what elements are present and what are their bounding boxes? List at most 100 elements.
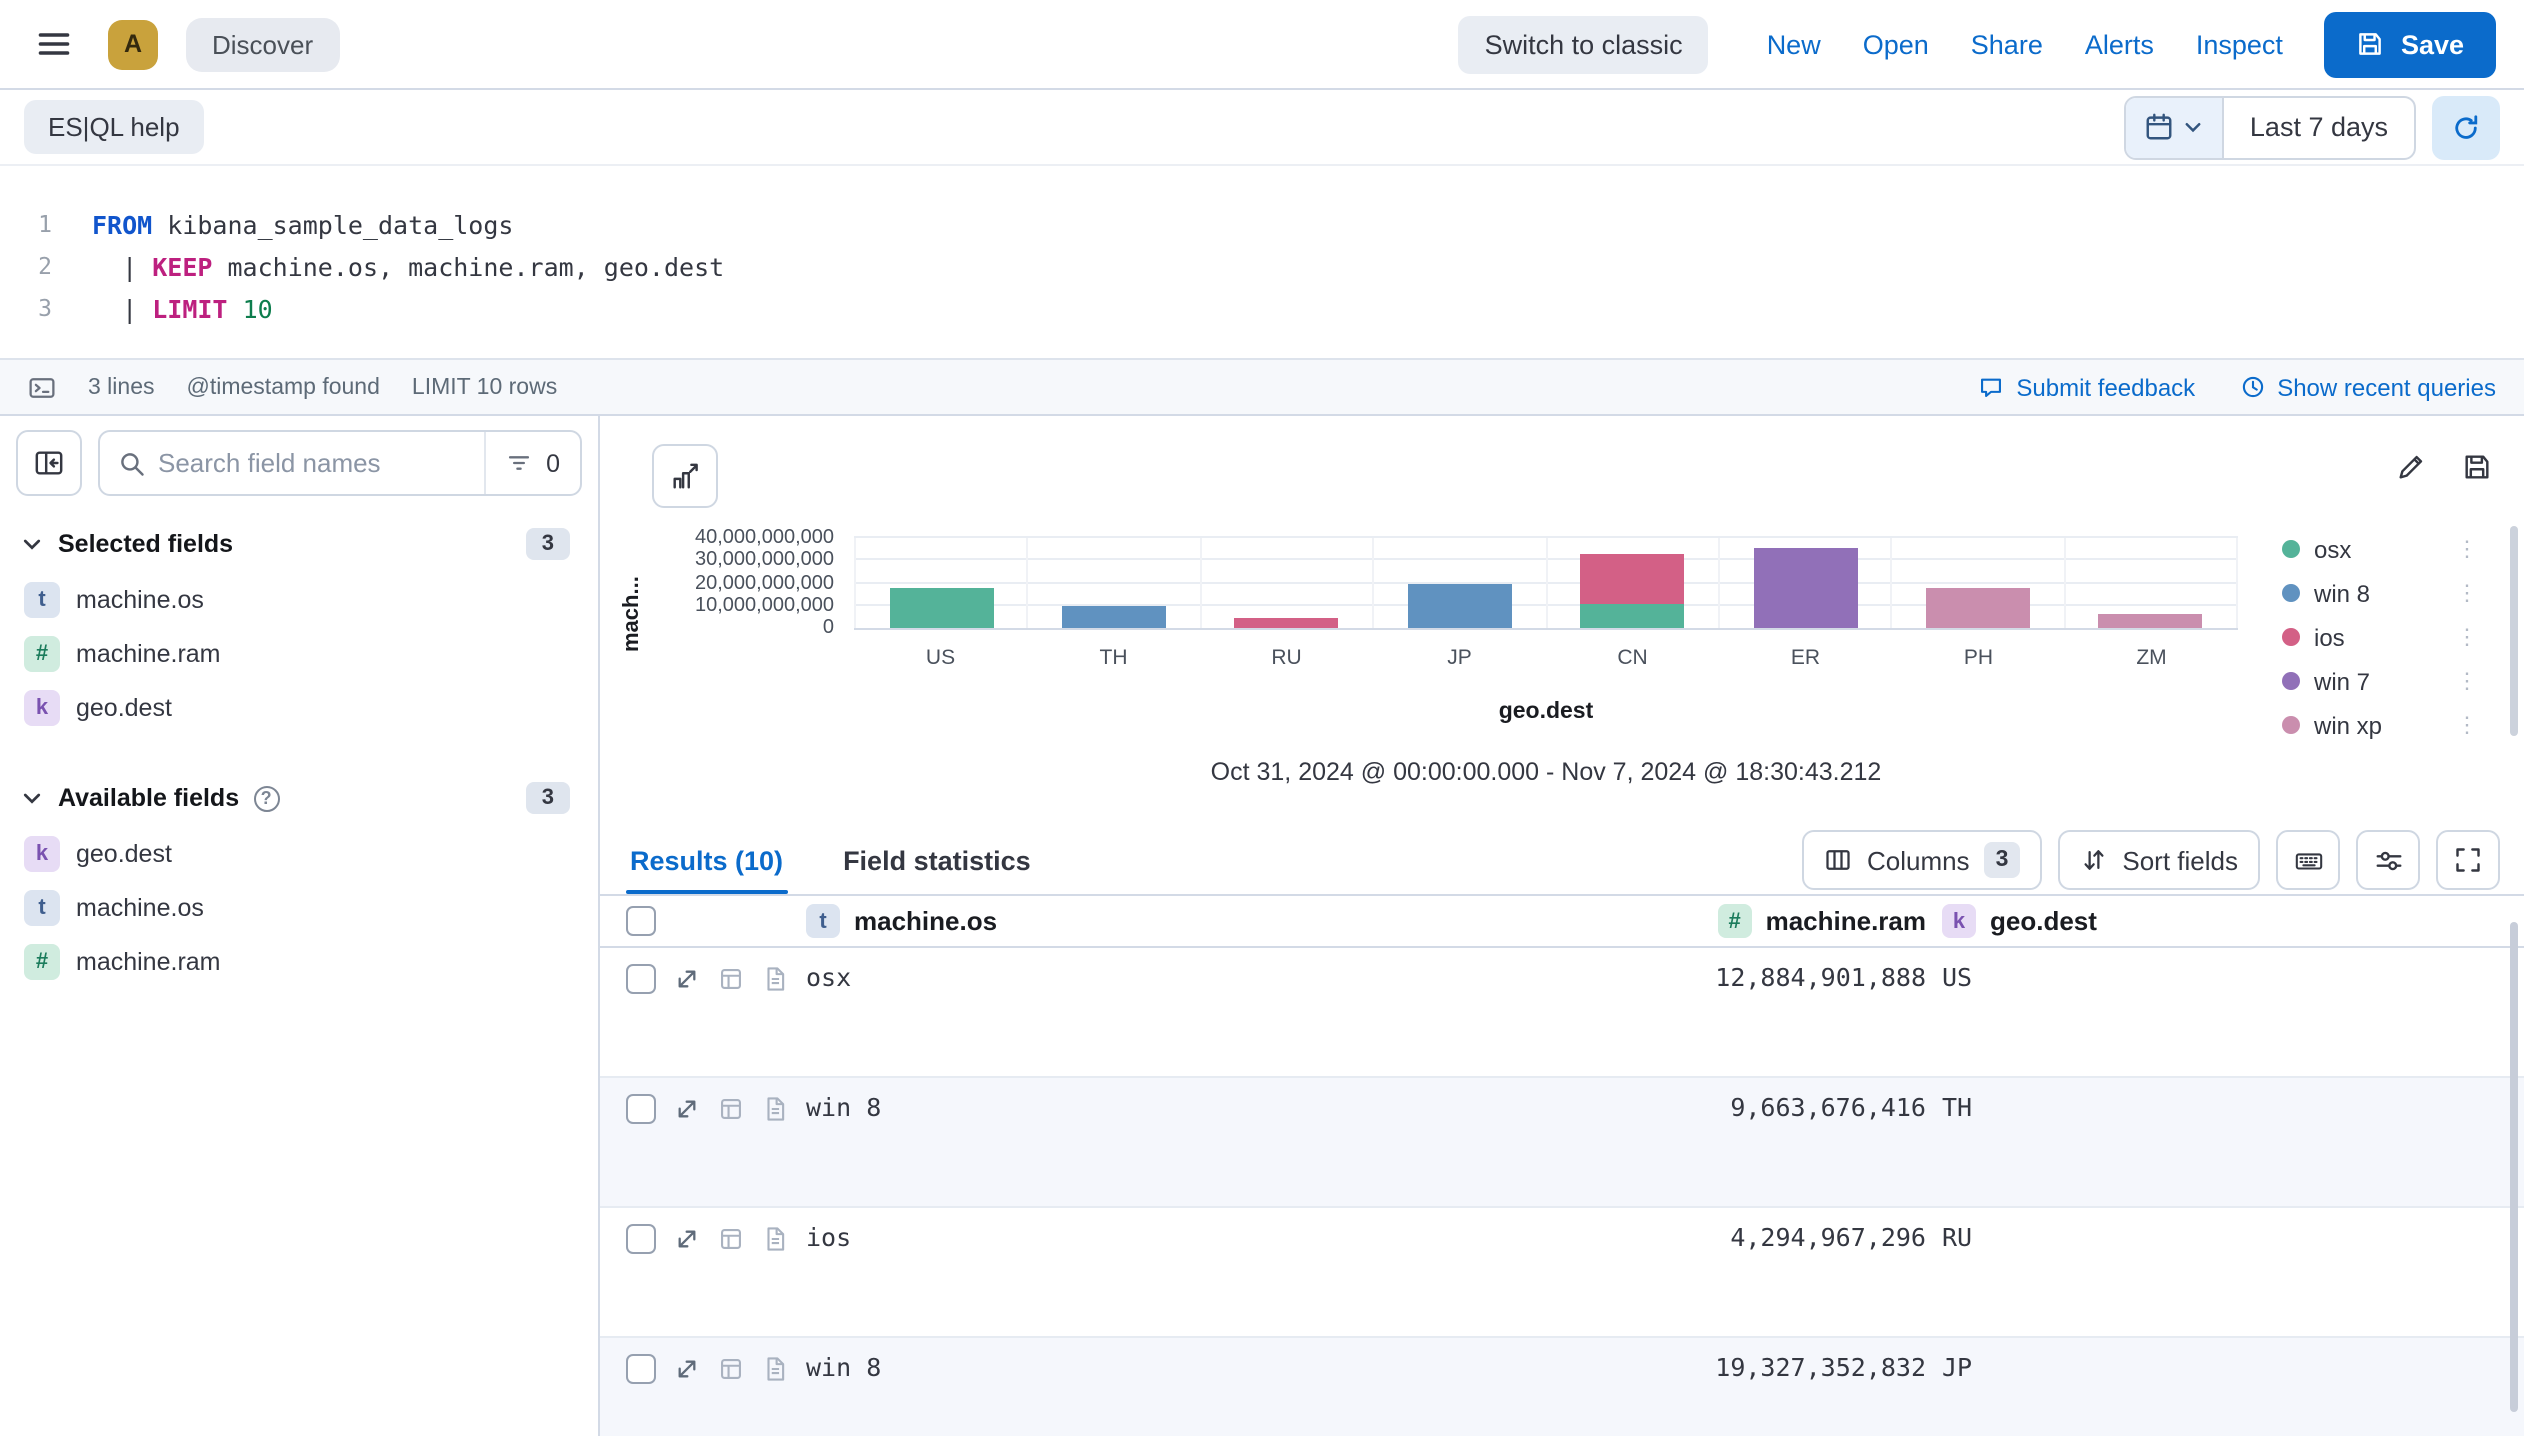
refresh-icon (2452, 113, 2480, 141)
help-icon[interactable]: ? (253, 785, 279, 811)
row-checkbox[interactable] (626, 1093, 656, 1123)
view-single-document-icon[interactable] (762, 1225, 788, 1251)
nav-link-inspect[interactable]: Inspect (2196, 29, 2283, 59)
filter-by-type-button[interactable]: 0 (484, 432, 580, 494)
tab-field-statistics[interactable]: Field statistics (839, 826, 1035, 894)
vertical-scrollbar[interactable] (2510, 526, 2518, 736)
row-checkbox[interactable] (626, 963, 656, 993)
nav-link-open[interactable]: Open (1863, 29, 1929, 59)
bar-segment-ios[interactable] (1580, 554, 1684, 603)
row-checkbox[interactable] (626, 1353, 656, 1383)
x-axis-tick-label: RU (1200, 646, 1373, 670)
legend-options-handle[interactable]: ⋮ (2456, 583, 2478, 603)
expand-row-icon[interactable] (674, 1095, 700, 1121)
editor-line[interactable]: 1FROM kibana_sample_data_logs (0, 204, 2524, 246)
switch-to-classic-button[interactable]: Switch to classic (1459, 15, 1709, 73)
field-item-machine.ram[interactable]: #machine.ram (16, 934, 582, 988)
feedback-bubble-icon (1978, 374, 2004, 400)
edit-visualization-button[interactable] (2396, 452, 2426, 482)
search-icon (118, 449, 146, 477)
pencil-icon (2396, 452, 2426, 482)
legend-options-handle[interactable]: ⋮ (2456, 715, 2478, 735)
legend-options-handle[interactable]: ⋮ (2456, 627, 2478, 647)
fullscreen-button[interactable] (2436, 830, 2500, 890)
view-document-table-icon[interactable] (718, 965, 744, 991)
legend-item[interactable]: win xp⋮ (2282, 712, 2478, 738)
sort-fields-button[interactable]: Sort fields (2058, 830, 2260, 890)
field-item-machine.ram[interactable]: #machine.ram (16, 626, 582, 680)
expand-row-icon[interactable] (674, 1355, 700, 1381)
columns-button[interactable]: Columns 3 (1803, 830, 2042, 890)
save-visualization-button[interactable] (2462, 452, 2492, 482)
chart-type-button[interactable] (652, 444, 718, 508)
field-search-input[interactable] (146, 448, 484, 478)
show-recent-queries-link[interactable]: Show recent queries (2239, 373, 2496, 401)
legend-item[interactable]: osx⋮ (2282, 536, 2478, 562)
vertical-scrollbar[interactable] (2510, 922, 2518, 1412)
refresh-button[interactable] (2432, 95, 2500, 159)
column-header-machine-ram[interactable]: # machine.ram (1566, 904, 1926, 938)
view-document-table-icon[interactable] (718, 1225, 744, 1251)
column-header-machine-os[interactable]: t machine.os (806, 904, 1566, 938)
display-options-button[interactable] (2356, 830, 2420, 890)
esql-help-button[interactable]: ES|QL help (24, 100, 204, 154)
view-document-table-icon[interactable] (718, 1095, 744, 1121)
date-quick-select-button[interactable] (2126, 97, 2224, 157)
view-single-document-icon[interactable] (762, 1095, 788, 1121)
show-recent-queries-label: Show recent queries (2277, 373, 2496, 401)
legend-item[interactable]: ios⋮ (2282, 624, 2478, 650)
field-item-machine.os[interactable]: tmachine.os (16, 880, 582, 934)
view-single-document-icon[interactable] (762, 965, 788, 991)
breadcrumb-discover[interactable]: Discover (186, 17, 339, 71)
row-checkbox[interactable] (626, 1223, 656, 1253)
nav-link-new[interactable]: New (1767, 29, 1821, 59)
legend-label: win 7 (2314, 667, 2370, 695)
space-avatar[interactable]: A (108, 19, 158, 69)
legend-options-handle[interactable]: ⋮ (2456, 671, 2478, 691)
histogram-panel: mach... 010,000,000,00020,000,000,00030,… (600, 416, 2524, 826)
view-document-table-icon[interactable] (718, 1355, 744, 1381)
expand-row-icon[interactable] (674, 1225, 700, 1251)
nav-link-share[interactable]: Share (1971, 29, 2043, 59)
bar-segment-win xp[interactable] (1926, 588, 2030, 628)
cell-machine-os: win 8 (806, 1092, 1566, 1124)
selected-fields-header[interactable]: Selected fields 3 (20, 528, 570, 560)
menu-button[interactable] (24, 14, 84, 74)
select-all-checkbox[interactable] (626, 906, 656, 936)
legend-item[interactable]: win 8⋮ (2282, 580, 2478, 606)
bar-segment-win 7[interactable] (1753, 549, 1857, 628)
line-number: 1 (0, 204, 52, 246)
editor-line[interactable]: 2 | KEEP machine.os, machine.ram, geo.de… (0, 246, 2524, 288)
bar-segment-ios[interactable] (1235, 618, 1339, 628)
columns-count-badge: 3 (1984, 842, 2021, 878)
cell-geo-dest: TH (1926, 1092, 2524, 1124)
submit-feedback-link[interactable]: Submit feedback (1978, 373, 2195, 401)
column-header-geo-dest[interactable]: k geo.dest (1926, 904, 2524, 938)
bar-slot-RU (1200, 538, 1373, 628)
timestamp-status: @timestamp found (187, 375, 380, 399)
collapse-sidebar-button[interactable] (16, 430, 82, 496)
bar-segment-win 8[interactable] (1408, 584, 1512, 628)
view-single-document-icon[interactable] (762, 1355, 788, 1381)
legend-item[interactable]: win 7 ⋮ (2282, 668, 2478, 694)
bar-segment-osx[interactable] (889, 588, 993, 628)
keyboard-shortcuts-button[interactable] (2276, 830, 2340, 890)
save-button[interactable]: Save (2325, 11, 2496, 77)
bar-segment-win 8[interactable] (1062, 606, 1166, 628)
bar-segment-win xp[interactable] (2099, 613, 2203, 628)
column-header-label: machine.ram (1766, 906, 1926, 936)
esql-editor[interactable]: 1FROM kibana_sample_data_logs2 | KEEP ma… (0, 166, 2524, 358)
field-item-geo.dest[interactable]: kgeo.dest (16, 826, 582, 880)
expand-row-icon[interactable] (674, 965, 700, 991)
legend-options-handle[interactable]: ⋮ (2456, 539, 2478, 559)
time-range-button[interactable]: Last 7 days (2224, 97, 2414, 157)
editor-line[interactable]: 3 | LIMIT 10 (0, 288, 2524, 330)
available-fields-header[interactable]: Available fields ? 3 (20, 782, 570, 814)
tab-results[interactable]: Results (10) (626, 826, 787, 894)
bar-segment-osx[interactable] (1580, 603, 1684, 628)
field-item-machine.os[interactable]: tmachine.os (16, 572, 582, 626)
field-item-geo.dest[interactable]: kgeo.dest (16, 680, 582, 734)
nav-link-alerts[interactable]: Alerts (2085, 29, 2154, 59)
bar-chart-icon (670, 461, 700, 491)
main-area: 0 Selected fields 3 tmachine.os#machine.… (0, 416, 2524, 1436)
